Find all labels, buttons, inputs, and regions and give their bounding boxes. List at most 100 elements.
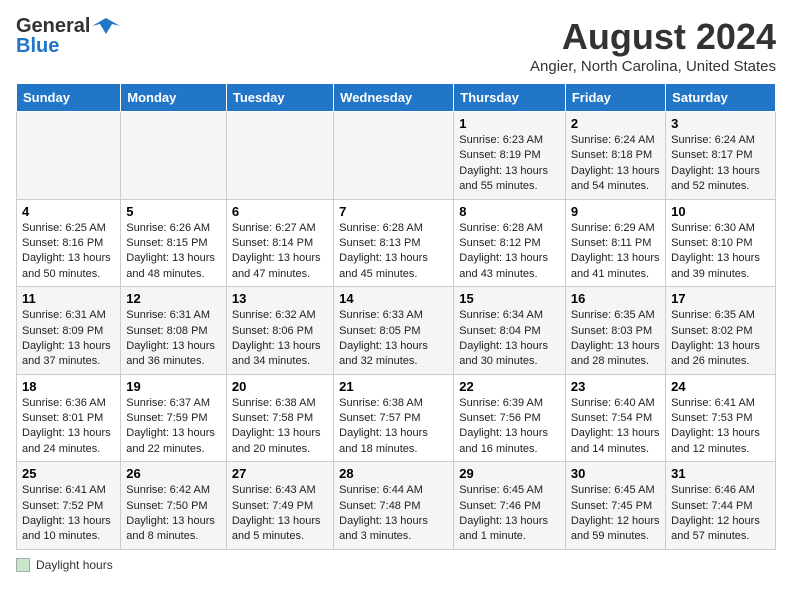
header-wednesday: Wednesday [334, 84, 454, 112]
calendar-cell: 13 Sunrise: 6:32 AMSunset: 8:06 PMDaylig… [226, 287, 333, 375]
day-number: 4 [22, 204, 115, 219]
day-info: Sunrise: 6:29 AMSunset: 8:11 PMDaylight:… [571, 221, 660, 283]
calendar-cell: 15 Sunrise: 6:34 AMSunset: 8:04 PMDaylig… [454, 287, 566, 375]
calendar-cell: 30 Sunrise: 6:45 AMSunset: 7:45 PMDaylig… [565, 462, 665, 550]
calendar-cell: 21 Sunrise: 6:38 AMSunset: 7:57 PMDaylig… [334, 374, 454, 462]
header-sunday: Sunday [17, 84, 121, 112]
calendar-cell: 14 Sunrise: 6:33 AMSunset: 8:05 PMDaylig… [334, 287, 454, 375]
day-number: 2 [571, 116, 660, 131]
day-number: 5 [126, 204, 221, 219]
day-info: Sunrise: 6:31 AMSunset: 8:08 PMDaylight:… [126, 308, 221, 370]
logo-general: General [16, 16, 90, 36]
calendar-cell: 27 Sunrise: 6:43 AMSunset: 7:49 PMDaylig… [226, 462, 333, 550]
calendar-cell: 10 Sunrise: 6:30 AMSunset: 8:10 PMDaylig… [666, 199, 776, 287]
header-saturday: Saturday [666, 84, 776, 112]
day-info: Sunrise: 6:28 AMSunset: 8:12 PMDaylight:… [459, 221, 560, 283]
calendar-week-5: 25 Sunrise: 6:41 AMSunset: 7:52 PMDaylig… [17, 462, 776, 550]
logo-bird-icon [92, 16, 120, 36]
calendar-cell: 18 Sunrise: 6:36 AMSunset: 8:01 PMDaylig… [17, 374, 121, 462]
day-number: 17 [671, 291, 770, 306]
day-number: 16 [571, 291, 660, 306]
day-number: 20 [232, 379, 328, 394]
calendar-cell [226, 112, 333, 200]
day-info: Sunrise: 6:36 AMSunset: 8:01 PMDaylight:… [22, 396, 115, 458]
day-info: Sunrise: 6:39 AMSunset: 7:56 PMDaylight:… [459, 396, 560, 458]
calendar-cell: 3 Sunrise: 6:24 AMSunset: 8:17 PMDayligh… [666, 112, 776, 200]
logo-blue: Blue [16, 35, 59, 57]
day-info: Sunrise: 6:26 AMSunset: 8:15 PMDaylight:… [126, 221, 221, 283]
day-info: Sunrise: 6:43 AMSunset: 7:49 PMDaylight:… [232, 483, 328, 545]
calendar-title: August 2024 [530, 16, 776, 58]
calendar-cell: 19 Sunrise: 6:37 AMSunset: 7:59 PMDaylig… [121, 374, 227, 462]
logo: General Blue [16, 16, 120, 56]
calendar-cell: 31 Sunrise: 6:46 AMSunset: 7:44 PMDaylig… [666, 462, 776, 550]
day-info: Sunrise: 6:33 AMSunset: 8:05 PMDaylight:… [339, 308, 448, 370]
day-info: Sunrise: 6:44 AMSunset: 7:48 PMDaylight:… [339, 483, 448, 545]
calendar-cell: 4 Sunrise: 6:25 AMSunset: 8:16 PMDayligh… [17, 199, 121, 287]
day-info: Sunrise: 6:30 AMSunset: 8:10 PMDaylight:… [671, 221, 770, 283]
legend: Daylight hours [16, 558, 776, 572]
day-number: 22 [459, 379, 560, 394]
calendar-cell: 7 Sunrise: 6:28 AMSunset: 8:13 PMDayligh… [334, 199, 454, 287]
calendar-cell: 8 Sunrise: 6:28 AMSunset: 8:12 PMDayligh… [454, 199, 566, 287]
calendar-cell: 28 Sunrise: 6:44 AMSunset: 7:48 PMDaylig… [334, 462, 454, 550]
day-info: Sunrise: 6:27 AMSunset: 8:14 PMDaylight:… [232, 221, 328, 283]
day-info: Sunrise: 6:41 AMSunset: 7:52 PMDaylight:… [22, 483, 115, 545]
day-number: 31 [671, 466, 770, 481]
day-number: 13 [232, 291, 328, 306]
calendar-cell: 23 Sunrise: 6:40 AMSunset: 7:54 PMDaylig… [565, 374, 665, 462]
day-info: Sunrise: 6:35 AMSunset: 8:02 PMDaylight:… [671, 308, 770, 370]
calendar-cell: 1 Sunrise: 6:23 AMSunset: 8:19 PMDayligh… [454, 112, 566, 200]
day-number: 8 [459, 204, 560, 219]
header-tuesday: Tuesday [226, 84, 333, 112]
calendar-week-1: 1 Sunrise: 6:23 AMSunset: 8:19 PMDayligh… [17, 112, 776, 200]
calendar-cell: 5 Sunrise: 6:26 AMSunset: 8:15 PMDayligh… [121, 199, 227, 287]
day-info: Sunrise: 6:24 AMSunset: 8:17 PMDaylight:… [671, 133, 770, 195]
calendar-cell: 11 Sunrise: 6:31 AMSunset: 8:09 PMDaylig… [17, 287, 121, 375]
day-number: 11 [22, 291, 115, 306]
day-number: 3 [671, 116, 770, 131]
day-number: 27 [232, 466, 328, 481]
day-number: 12 [126, 291, 221, 306]
day-number: 1 [459, 116, 560, 131]
calendar-cell: 24 Sunrise: 6:41 AMSunset: 7:53 PMDaylig… [666, 374, 776, 462]
day-info: Sunrise: 6:46 AMSunset: 7:44 PMDaylight:… [671, 483, 770, 545]
calendar-cell: 25 Sunrise: 6:41 AMSunset: 7:52 PMDaylig… [17, 462, 121, 550]
day-number: 6 [232, 204, 328, 219]
day-info: Sunrise: 6:28 AMSunset: 8:13 PMDaylight:… [339, 221, 448, 283]
day-info: Sunrise: 6:32 AMSunset: 8:06 PMDaylight:… [232, 308, 328, 370]
title-block: August 2024 Angier, North Carolina, Unit… [530, 16, 776, 75]
day-info: Sunrise: 6:38 AMSunset: 7:57 PMDaylight:… [339, 396, 448, 458]
calendar-subtitle: Angier, North Carolina, United States [530, 58, 776, 75]
page-header: General Blue August 2024 Angier, North C… [16, 16, 776, 75]
day-number: 9 [571, 204, 660, 219]
day-number: 25 [22, 466, 115, 481]
day-info: Sunrise: 6:45 AMSunset: 7:45 PMDaylight:… [571, 483, 660, 545]
day-info: Sunrise: 6:40 AMSunset: 7:54 PMDaylight:… [571, 396, 660, 458]
day-number: 10 [671, 204, 770, 219]
calendar-cell [121, 112, 227, 200]
day-number: 18 [22, 379, 115, 394]
calendar-cell: 12 Sunrise: 6:31 AMSunset: 8:08 PMDaylig… [121, 287, 227, 375]
calendar-week-4: 18 Sunrise: 6:36 AMSunset: 8:01 PMDaylig… [17, 374, 776, 462]
day-info: Sunrise: 6:23 AMSunset: 8:19 PMDaylight:… [459, 133, 560, 195]
calendar-cell: 6 Sunrise: 6:27 AMSunset: 8:14 PMDayligh… [226, 199, 333, 287]
day-info: Sunrise: 6:31 AMSunset: 8:09 PMDaylight:… [22, 308, 115, 370]
calendar-cell: 9 Sunrise: 6:29 AMSunset: 8:11 PMDayligh… [565, 199, 665, 287]
header-monday: Monday [121, 84, 227, 112]
calendar-cell: 16 Sunrise: 6:35 AMSunset: 8:03 PMDaylig… [565, 287, 665, 375]
day-number: 28 [339, 466, 448, 481]
calendar-cell: 20 Sunrise: 6:38 AMSunset: 7:58 PMDaylig… [226, 374, 333, 462]
day-info: Sunrise: 6:41 AMSunset: 7:53 PMDaylight:… [671, 396, 770, 458]
day-number: 14 [339, 291, 448, 306]
calendar-cell: 29 Sunrise: 6:45 AMSunset: 7:46 PMDaylig… [454, 462, 566, 550]
calendar-week-2: 4 Sunrise: 6:25 AMSunset: 8:16 PMDayligh… [17, 199, 776, 287]
day-number: 19 [126, 379, 221, 394]
calendar-week-3: 11 Sunrise: 6:31 AMSunset: 8:09 PMDaylig… [17, 287, 776, 375]
legend-box [16, 558, 30, 572]
header-thursday: Thursday [454, 84, 566, 112]
calendar-cell [334, 112, 454, 200]
calendar-cell: 2 Sunrise: 6:24 AMSunset: 8:18 PMDayligh… [565, 112, 665, 200]
day-info: Sunrise: 6:25 AMSunset: 8:16 PMDaylight:… [22, 221, 115, 283]
day-number: 29 [459, 466, 560, 481]
